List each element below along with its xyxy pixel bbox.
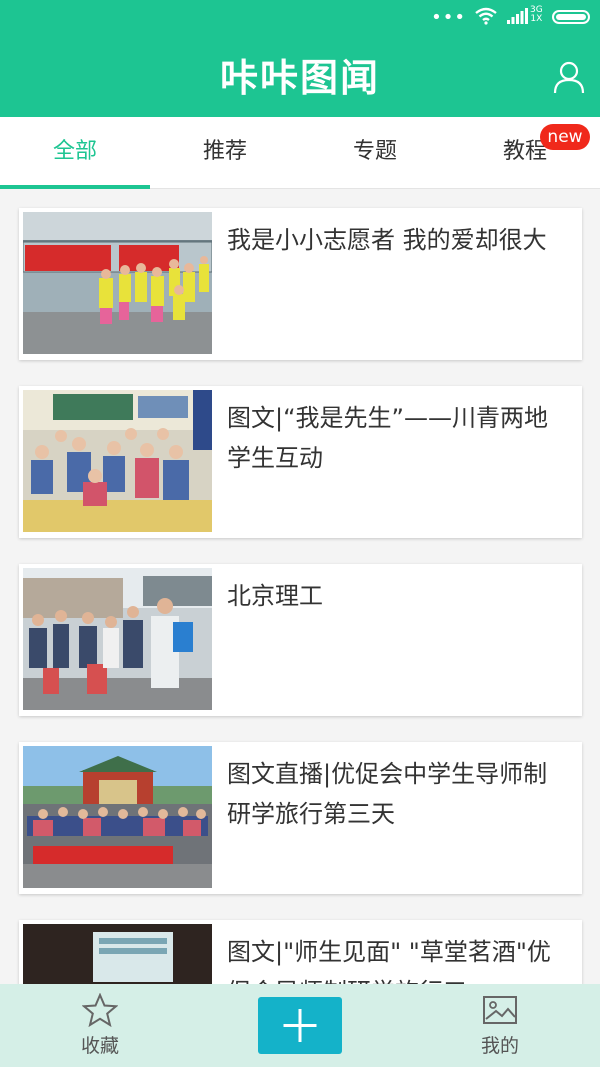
nav-mine-label: 我的 [480, 1035, 519, 1057]
article-title: 图文|“我是先生”——川青两地学生互动 [227, 404, 548, 472]
article-card[interactable]: 图文|"师生见面" "草堂茗酒"优促会导师制研学旅行五 [19, 920, 582, 984]
article-card[interactable]: 图文|“我是先生”——川青两地学生互动 [19, 386, 582, 538]
more-dots-icon: ••• [431, 7, 466, 28]
category-tabs: 全部 推荐 专题 教程 [0, 117, 600, 189]
article-card[interactable]: 图文直播|优促会中学生导师制研学旅行第三天 [19, 742, 582, 894]
network-type-1x: 1X [530, 14, 543, 24]
nav-mine[interactable]: 我的 [440, 984, 560, 1067]
nav-favorites[interactable]: 收藏 [40, 984, 160, 1067]
article-thumbnail [23, 924, 212, 984]
article-card[interactable]: 我是小小志愿者 我的爱却很大 [19, 208, 582, 360]
status-bar: ••• 3G 1X [0, 0, 600, 36]
image-icon [483, 996, 517, 1024]
plus-icon [283, 1009, 317, 1042]
new-badge: new [540, 124, 590, 150]
article-card[interactable]: 北京理工 [19, 564, 582, 716]
signal-icon [507, 8, 528, 24]
tab-all[interactable]: 全部 [0, 117, 150, 189]
wifi-icon [475, 7, 497, 25]
article-thumbnail [23, 212, 212, 354]
network-indicator: 3G 1X [530, 6, 543, 24]
app-title: 咔咔图闻 [219, 56, 380, 100]
add-post-button[interactable] [258, 997, 342, 1054]
app-header: ••• 3G 1X 咔咔图闻 [0, 0, 600, 117]
tab-recommended[interactable]: 推荐 [150, 117, 300, 189]
article-title: 北京理工 [227, 582, 323, 610]
tab-topics[interactable]: 专题 [300, 117, 450, 189]
article-thumbnail [23, 746, 212, 888]
nav-favorites-label: 收藏 [80, 1035, 119, 1057]
article-title: 图文|"师生见面" "草堂茗酒"优促会导师制研学旅行五 [227, 938, 551, 984]
article-thumbnail [23, 390, 212, 532]
article-title: 图文直播|优促会中学生导师制研学旅行第三天 [227, 760, 548, 828]
article-title: 我是小小志愿者 我的爱却很大 [227, 226, 547, 254]
battery-icon [552, 10, 590, 24]
user-icon[interactable] [552, 60, 586, 94]
article-feed[interactable]: 我是小小志愿者 我的爱却很大 图文|“我是先生”——川青两地学生互动 北京理工 … [0, 189, 600, 984]
article-thumbnail [23, 568, 212, 710]
star-icon [82, 993, 118, 1027]
